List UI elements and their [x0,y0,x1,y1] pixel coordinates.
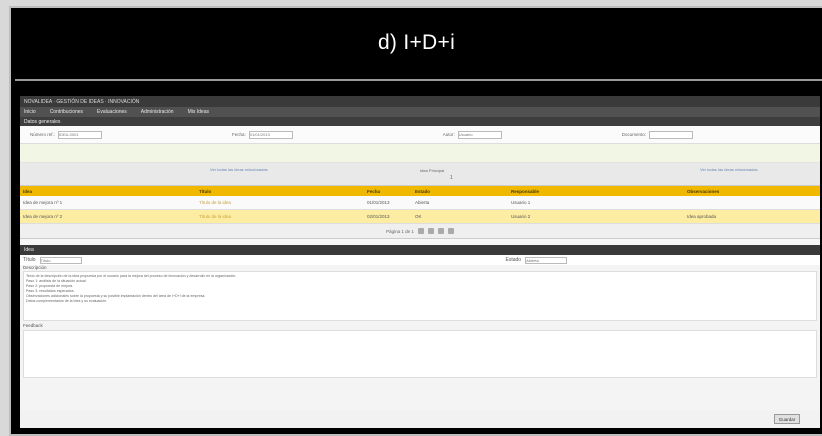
pager-next-icon[interactable] [437,228,444,234]
field-author-label: Autor: [442,132,455,137]
app-title-bar: NOVALIDEA · GESTIÓN DE IDEAS · INNOVACIÓ… [20,96,820,107]
col-header-notes[interactable]: Observaciones [684,186,820,196]
pager: Página 1 de 1 [20,224,820,239]
status-label: Estado [505,257,522,263]
menu-item-home[interactable]: Inicio [24,109,36,115]
section-header-idea: Idea [20,245,820,255]
general-fields: Número ref.: IDEA-0001 Fecha: 01/01/2013… [20,126,820,144]
field-ref-input[interactable]: IDEA-0001 [58,130,103,139]
cell-owner: Usuario 1 [508,196,684,210]
cell-notes [684,196,820,210]
menu-item-contributions[interactable]: Contribuciones [50,109,83,115]
info-strip [20,144,820,163]
cell-status: Abierta [412,196,508,210]
cell-date: 02/01/2013 [364,209,412,224]
main-idea-number: 1 [450,175,453,181]
pager-prev-icon[interactable] [427,228,434,234]
menu-item-my-ideas[interactable]: Mis Ideas [188,109,209,115]
col-header-owner[interactable]: Responsable [508,186,684,196]
field-doc: Documento: [621,130,694,139]
cell-owner: Usuario 2 [508,209,684,224]
field-doc-input[interactable] [649,130,694,139]
menu-item-admin[interactable]: Administración [141,109,174,115]
app-screenshot: NOVALIDEA · GESTIÓN DE IDEAS · INNOVACIÓ… [20,96,820,428]
field-date: Fecha: 01/01/2013 [232,130,293,139]
link-related-right[interactable]: Ver todas las ideas relacionadas [700,167,758,172]
app-title: NOVALIDEA · GESTIÓN DE IDEAS · INNOVACIÓ… [24,98,140,105]
title-input[interactable]: Título [39,256,82,264]
table-row[interactable]: Idea de mejora nº 1 Título de la idea 01… [20,196,820,210]
pager-label: Página 1 de 1 [386,228,414,234]
main-idea-label: Idea Principal [420,168,445,173]
menu-bar: Inicio Contribuciones Evaluaciones Admin… [20,107,820,117]
table-header-row: Idea Título Fecha Estado Responsable Obs… [20,186,820,196]
related-toolbar: Ver todas las ideas relacionadas Idea Pr… [20,163,820,186]
field-ref: Número ref.: IDEA-0001 [30,130,103,139]
caption-divider [15,79,822,81]
cell-date: 01/01/2013 [364,196,412,210]
feedback-textarea[interactable] [23,330,817,378]
description-line: Datos complementarios de la idea y su ev… [26,299,108,303]
field-doc-label: Documento: [621,132,647,137]
cell-status: OK [412,209,508,224]
field-author: Autor: Usuario [442,130,502,139]
cell-idea: Idea de mejora nº 1 [20,196,196,210]
description-textarea[interactable]: Texto de la descripción de la idea propu… [23,271,817,321]
col-header-status[interactable]: Estado [412,186,508,196]
col-header-date[interactable]: Fecha [364,186,412,196]
section-header-general: Datos generales [20,117,820,126]
ideas-table: Idea Título Fecha Estado Responsable Obs… [20,186,820,224]
feedback-label: Feedback [23,323,43,328]
bottom-bar: Guardar [20,410,820,428]
status-select[interactable]: Abierta [525,256,568,264]
save-button[interactable]: Guardar [774,414,800,424]
figure-caption: d) I+D+i [377,31,456,54]
cell-title[interactable]: Título de la idea [196,196,364,210]
title-label: Título [23,257,36,263]
figure-frame: d) I+D+i NOVALIDEA · GESTIÓN DE IDEAS · … [9,6,822,436]
cell-title[interactable]: Título de la idea [196,209,364,224]
field-author-input[interactable]: Usuario [457,130,502,139]
field-date-label: Fecha: [232,132,246,137]
menu-item-evaluations[interactable]: Evaluaciones [97,109,127,115]
field-date-input[interactable]: 01/01/2013 [248,130,293,139]
pager-first-icon[interactable] [417,228,424,234]
pager-last-icon[interactable] [447,228,454,234]
col-header-title[interactable]: Título [196,186,364,196]
title-row: Título Título Estado Abierta [20,255,820,265]
col-header-idea[interactable]: Idea [20,186,196,196]
link-related-left[interactable]: Ver todas las ideas relacionadas [210,167,268,172]
cell-idea: Idea de mejora nº 2 [20,209,196,224]
field-ref-label: Número ref.: [30,132,56,137]
cell-notes: Idea aprobada [684,209,820,224]
table-row[interactable]: Idea de mejora nº 2 Título de la idea 02… [20,209,820,224]
